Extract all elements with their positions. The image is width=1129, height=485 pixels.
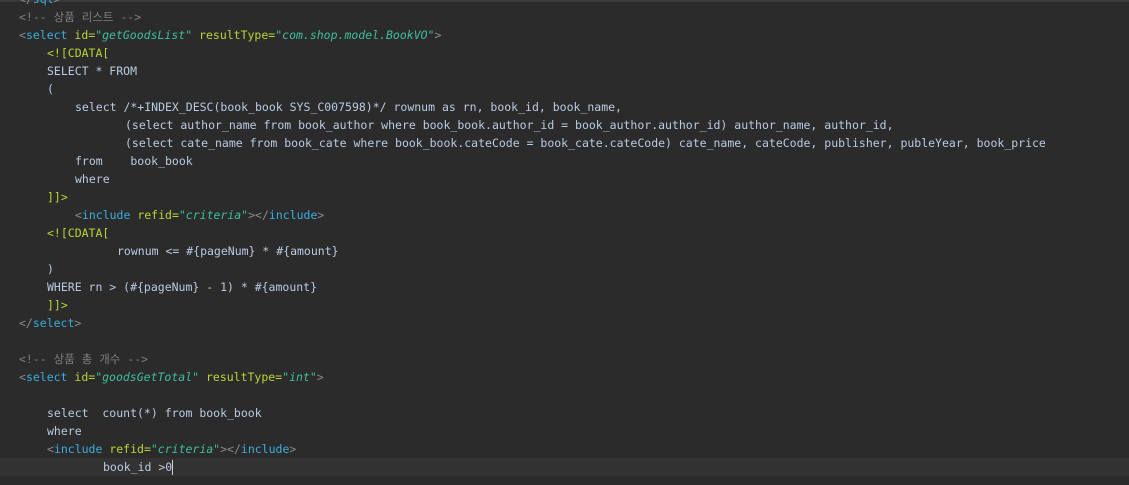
token-text: (select cate_name from book_cate where b… [125, 136, 1046, 150]
token-tag: include [268, 208, 318, 222]
token-br: </ [19, 0, 33, 6]
token-br: < [75, 208, 82, 222]
token-br: > [74, 316, 82, 330]
code-line[interactable]: select /*+INDEX_DESC(book_book SYS_C0075… [0, 98, 1129, 116]
code-line[interactable] [0, 332, 1129, 350]
token-br: > [317, 208, 325, 222]
token-text: book_id >0 [103, 460, 173, 474]
token-text: SELECT * FROM [47, 64, 138, 78]
code-line[interactable]: ( [0, 80, 1129, 98]
code-line[interactable]: rownum <= #{pageNum} * #{amount} [0, 242, 1129, 260]
code-line[interactable]: from book_book [0, 152, 1129, 170]
token-text: select count(*) from book_book [47, 406, 262, 420]
code-line[interactable]: ]]> [0, 188, 1129, 206]
token-br: ></ [220, 442, 241, 456]
token-comment: <!-- 상품 총 개수 --> [19, 352, 149, 366]
code-line[interactable]: (select cate_name from book_cate where b… [0, 134, 1129, 152]
token-comment: <!-- 상품 리스트 --> [19, 10, 142, 24]
token-cdata: ]]> [47, 190, 68, 204]
token-text: rownum <= #{pageNum} * #{amount} [117, 244, 339, 258]
token-text: from book_book [75, 154, 193, 168]
token-str: "getGoodsList" [95, 28, 193, 42]
code-line[interactable]: <!-- 상품 총 개수 --> [0, 350, 1129, 368]
token-attr: resultType= [192, 28, 276, 42]
token-str: "criteria" [150, 442, 221, 456]
token-str: "com.shop.model.BookVO" [275, 28, 435, 42]
code-line[interactable]: <select id="goodsGetTotal" resultType="i… [0, 368, 1129, 386]
token-text: WHERE rn > (#{pageNum} - 1) * #{amount} [47, 280, 318, 294]
token-br: < [19, 370, 26, 384]
code-line[interactable]: SELECT * FROM [0, 62, 1129, 80]
code-line[interactable]: <include refid="criteria"></include> [0, 440, 1129, 458]
text-cursor [172, 460, 174, 475]
token-br: < [19, 28, 26, 42]
code-line[interactable]: <![CDATA[ [0, 44, 1129, 62]
code-line-current[interactable]: book_id >0 [0, 458, 1129, 476]
token-str: "criteria" [178, 208, 249, 222]
token-tag: select [25, 28, 75, 42]
token-br: > [316, 370, 324, 384]
token-tag: include [53, 442, 110, 456]
code-line[interactable] [0, 386, 1129, 404]
token-text: ( [47, 82, 54, 96]
code-line[interactable]: WHERE rn > (#{pageNum} - 1) * #{amount} [0, 278, 1129, 296]
token-attr: refid= [137, 208, 179, 222]
token-attr: id= [74, 28, 96, 42]
code-line[interactable]: ) [0, 260, 1129, 278]
code-editor[interactable]: </sql><!-- 상품 리스트 --><select id="getGood… [0, 0, 1129, 485]
token-br: < [47, 442, 54, 456]
token-str: "int" [282, 370, 317, 384]
code-line[interactable]: <!-- 상품 리스트 --> [0, 8, 1129, 26]
token-br: </ [19, 316, 33, 330]
code-line[interactable]: (select author_name from book_author whe… [0, 116, 1129, 134]
token-cdata: <![CDATA[ [47, 46, 110, 60]
token-attr: refid= [109, 442, 151, 456]
token-attr: resultType= [199, 370, 283, 384]
token-str: "goodsGetTotal" [95, 370, 200, 384]
code-line[interactable]: </sql> [0, 0, 1129, 8]
token-tag: include [240, 442, 290, 456]
token-text: where [47, 424, 82, 438]
token-text: where [75, 172, 110, 186]
token-text: select /*+INDEX_DESC(book_book SYS_C0075… [75, 100, 622, 114]
token-br: > [434, 28, 442, 42]
token-br: > [54, 0, 61, 6]
token-tag: select [32, 316, 75, 330]
token-cdata: ]]> [47, 298, 68, 312]
token-tag: include [81, 208, 138, 222]
code-line[interactable]: where [0, 170, 1129, 188]
token-tag: select [25, 370, 75, 384]
token-br: ></ [248, 208, 269, 222]
code-line[interactable]: <![CDATA[ [0, 224, 1129, 242]
token-cdata: <![CDATA[ [47, 226, 110, 240]
code-line[interactable]: ]]> [0, 296, 1129, 314]
token-text: (select author_name from book_author whe… [125, 118, 894, 132]
code-line[interactable]: select count(*) from book_book [0, 404, 1129, 422]
code-line[interactable]: <include refid="criteria"></include> [0, 206, 1129, 224]
code-line[interactable]: </select> [0, 314, 1129, 332]
token-tag: sql [33, 0, 54, 6]
token-br: > [289, 442, 297, 456]
code-line[interactable]: <select id="getGoodsList" resultType="co… [0, 26, 1129, 44]
token-attr: id= [74, 370, 96, 384]
code-line[interactable]: where [0, 422, 1129, 440]
token-text: ) [47, 262, 54, 276]
